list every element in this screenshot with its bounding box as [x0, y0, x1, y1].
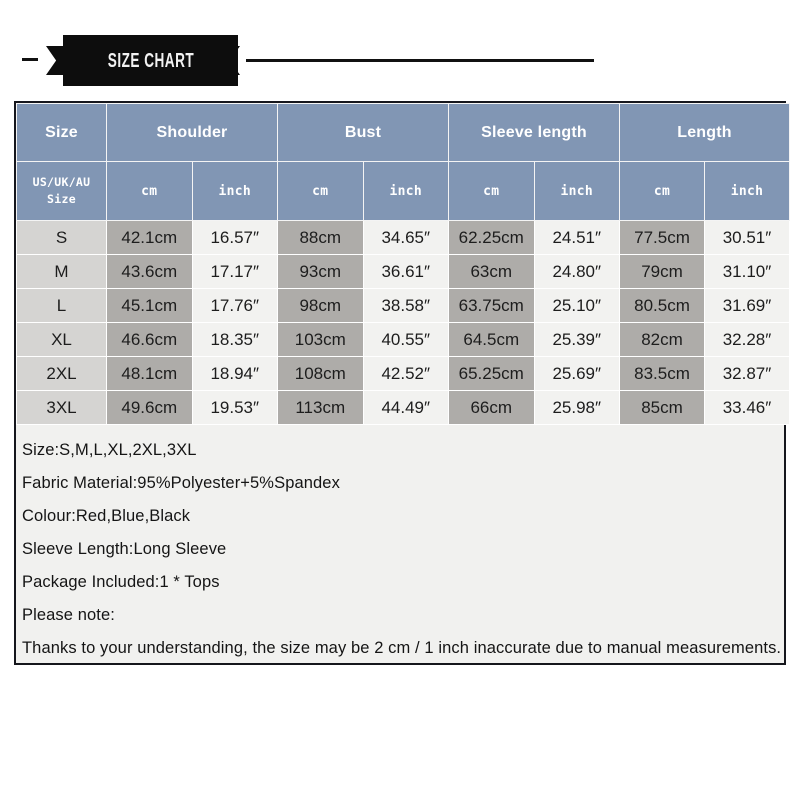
cell-size: L [16, 288, 107, 323]
cell-bust-inch: 44.49″ [362, 390, 449, 425]
cell-size: 2XL [16, 356, 107, 391]
header-sub-sleeve-inch: inch [533, 161, 620, 221]
cell-bust-cm: 103cm [277, 322, 364, 357]
cell-bust-cm: 93cm [277, 254, 364, 289]
cell-shoulder-cm: 45.1cm [106, 288, 193, 323]
cell-sleeve-cm: 63.75cm [448, 288, 535, 323]
cell-length-cm: 80.5cm [619, 288, 705, 323]
table-body: S 42.1cm 16.57″ 88cm 34.65″ 62.25cm 24.51″ 77.5… [16, 220, 790, 425]
header-sub-shoulder-inch: inch [191, 161, 278, 221]
cell-size: M [16, 254, 107, 289]
size-chart-page: SIZE CHART Size Shoulder Bust Sleeve len… [0, 0, 800, 800]
table-row: M 43.6cm 17.17″ 93cm 36.61″ 63cm 24.80″ 79cm 31.… [16, 254, 790, 289]
cell-bust-cm: 113cm [277, 390, 364, 425]
cell-size: XL [16, 322, 107, 357]
banner-dash-icon [22, 58, 38, 61]
cell-sleeve-inch: 24.80″ [533, 254, 620, 289]
cell-length-cm: 79cm [619, 254, 705, 289]
content-frame: Size Shoulder Bust Sleeve length Length … [14, 101, 790, 665]
cell-length-inch: 31.69″ [704, 288, 790, 323]
cell-sleeve-cm: 64.5cm [448, 322, 535, 357]
header-sub-sleeve-cm: cm [448, 161, 535, 221]
description-line: Thanks to your understanding, the size m… [22, 639, 782, 657]
cell-bust-inch: 36.61″ [362, 254, 449, 289]
table-row: S 42.1cm 16.57″ 88cm 34.65″ 62.25cm 24.51″ 77.5… [16, 220, 790, 255]
cell-sleeve-cm: 65.25cm [448, 356, 535, 391]
cell-length-inch: 32.87″ [704, 356, 790, 391]
cell-sleeve-inch: 24.51″ [533, 220, 620, 255]
description-line: Please note: [22, 606, 115, 624]
cell-shoulder-inch: 18.94″ [191, 356, 278, 391]
page-title: SIZE CHART [107, 48, 194, 72]
cell-length-cm: 82cm [619, 322, 705, 357]
table-row: 3XL 49.6cm 19.53″ 113cm 44.49″ 66cm 25.98″ 85cm… [16, 390, 790, 425]
header-sub-length-inch: inch [704, 161, 790, 221]
cell-bust-inch: 40.55″ [362, 322, 449, 357]
cell-bust-inch: 38.58″ [362, 288, 449, 323]
header-group-sleeve: Sleeve length [448, 103, 620, 162]
header-sub-bust-inch: inch [362, 161, 449, 221]
cell-shoulder-cm: 49.6cm [106, 390, 193, 425]
header-sub-shoulder-cm: cm [106, 161, 193, 221]
cell-sleeve-inch: 25.10″ [533, 288, 620, 323]
banner: SIZE CHART [0, 30, 800, 92]
cell-length-inch: 32.28″ [704, 322, 790, 357]
cell-size: 3XL [16, 390, 107, 425]
header-group-length: Length [619, 103, 790, 162]
cell-shoulder-cm: 42.1cm [106, 220, 193, 255]
header-group-shoulder: Shoulder [106, 103, 278, 162]
cell-shoulder-inch: 18.35″ [191, 322, 278, 357]
cell-shoulder-inch: 16.57″ [191, 220, 278, 255]
cell-size: S [16, 220, 107, 255]
table-row: XL 46.6cm 18.35″ 103cm 40.55″ 64.5cm 25.39″ 82c… [16, 322, 790, 357]
table-header-group-row: Size Shoulder Bust Sleeve length Length [16, 103, 790, 162]
header-group-bust: Bust [277, 103, 449, 162]
description-block: Size:S,M,L,XL,2XL,3XL Fabric Material:95%… [16, 424, 784, 665]
table-header: Size Shoulder Bust Sleeve length Length … [16, 103, 790, 221]
cell-length-cm: 83.5cm [619, 356, 705, 391]
cell-bust-inch: 42.52″ [362, 356, 449, 391]
cell-sleeve-inch: 25.98″ [533, 390, 620, 425]
size-chart-table: Size Shoulder Bust Sleeve length Length … [16, 103, 790, 425]
cell-shoulder-cm: 46.6cm [106, 322, 193, 357]
cell-length-inch: 31.10″ [704, 254, 790, 289]
cell-sleeve-cm: 63cm [448, 254, 535, 289]
description-line: Fabric Material:95%Polyester+5%Spandex [22, 474, 340, 492]
cell-bust-inch: 34.65″ [362, 220, 449, 255]
description-line: Colour:Red,Blue,Black [22, 507, 191, 525]
cell-bust-cm: 98cm [277, 288, 364, 323]
description-line: Size:S,M,L,XL,2XL,3XL [22, 441, 197, 459]
description-line: Package Included:1 * Tops [22, 573, 220, 591]
cell-length-inch: 33.46″ [704, 390, 790, 425]
cell-shoulder-inch: 17.17″ [191, 254, 278, 289]
banner-ribbon: SIZE CHART [63, 35, 238, 86]
header-sub-size-line1: US/UK/AU [32, 175, 91, 190]
cell-length-inch: 30.51″ [704, 220, 790, 255]
cell-sleeve-cm: 62.25cm [448, 220, 535, 255]
table-row: L 45.1cm 17.76″ 98cm 38.58″ 63.75cm 25.10″ 80.5… [16, 288, 790, 323]
cell-shoulder-cm: 48.1cm [106, 356, 193, 391]
banner-rule-divider [246, 59, 594, 62]
table-row: 2XL 48.1cm 18.94″ 108cm 42.52″ 65.25cm 25.69″ 8… [16, 356, 790, 391]
description-line: Sleeve Length:Long Sleeve [22, 540, 227, 558]
cell-sleeve-inch: 25.39″ [533, 322, 620, 357]
cell-sleeve-cm: 66cm [448, 390, 535, 425]
header-group-size: Size [16, 103, 107, 162]
cell-bust-cm: 88cm [277, 220, 364, 255]
cell-shoulder-inch: 19.53″ [191, 390, 278, 425]
cell-length-cm: 85cm [619, 390, 705, 425]
header-sub-size-region: US/UK/AU Size [16, 161, 107, 221]
header-sub-size-line2: Size [47, 192, 76, 206]
cell-shoulder-inch: 17.76″ [191, 288, 278, 323]
header-sub-bust-cm: cm [277, 161, 364, 221]
cell-length-cm: 77.5cm [619, 220, 705, 255]
cell-sleeve-inch: 25.69″ [533, 356, 620, 391]
table-header-sub-row: US/UK/AU Size cm inch cm inch cm inch cm… [16, 161, 790, 221]
cell-shoulder-cm: 43.6cm [106, 254, 193, 289]
header-sub-length-cm: cm [619, 161, 705, 221]
cell-bust-cm: 108cm [277, 356, 364, 391]
